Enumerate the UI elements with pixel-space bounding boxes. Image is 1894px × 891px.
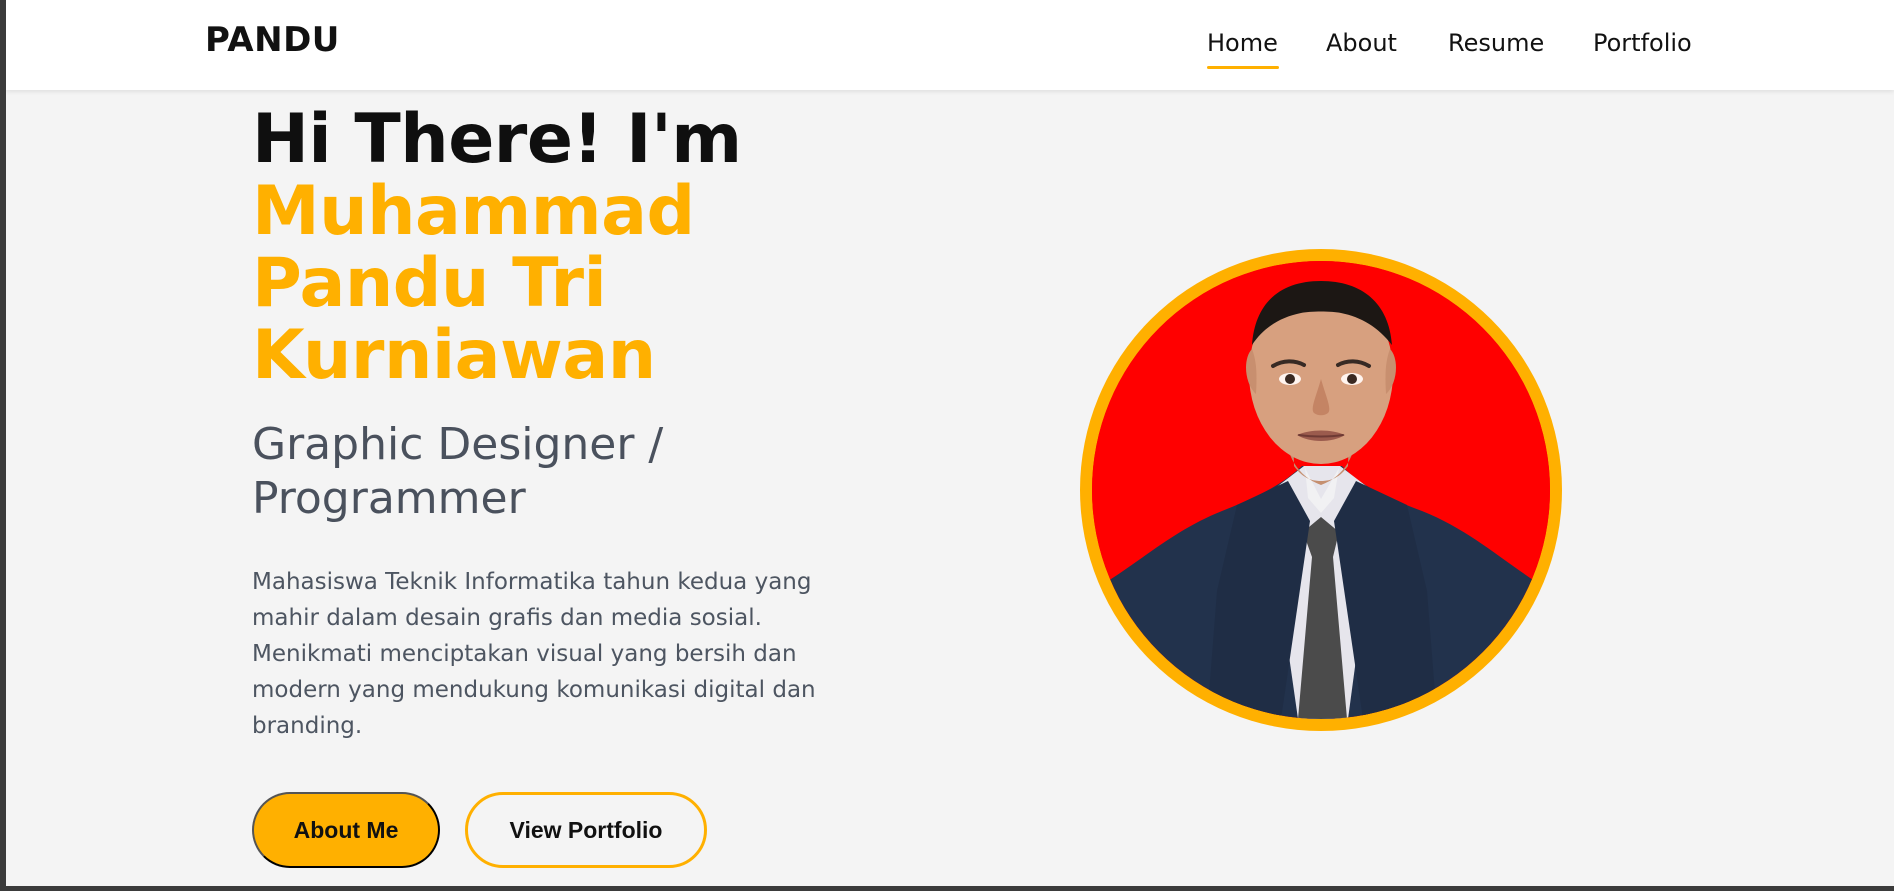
site-logo-text[interactable]: PANDU <box>205 20 340 60</box>
about-me-button[interactable]: About Me <box>252 792 440 868</box>
hero-description: Mahasiswa Teknik Informatika tahun kedua… <box>252 569 816 739</box>
hero-name-line-1: Muhammad <box>252 172 695 251</box>
hero-role-line-1: Graphic Designer / <box>252 419 664 470</box>
profile-photo-frame <box>1080 249 1562 731</box>
nav-link-home[interactable]: Home <box>1207 29 1278 57</box>
profile-photo-icon <box>1092 261 1550 719</box>
nav-link-about[interactable]: About <box>1326 29 1397 57</box>
view-portfolio-button[interactable]: View Portfolio <box>465 792 707 868</box>
hero-name: Muhammad Pandu Tri Kurniawan <box>252 176 872 392</box>
hero-name-line-3: Kurniawan <box>252 316 656 395</box>
hero-name-line-2: Pandu Tri <box>252 244 607 323</box>
active-nav-indicator <box>1207 66 1279 69</box>
top-navigation-bar: PANDU Home About Resume Portfolio <box>6 0 1894 90</box>
profile-photo <box>1092 261 1550 719</box>
hero-text-block: Hi There! I'm Muhammad Pandu Tri Kurniaw… <box>252 104 872 744</box>
hero-role: Graphic Designer / Programmer <box>252 418 872 526</box>
nav-link-resume[interactable]: Resume <box>1448 29 1544 57</box>
nav-link-portfolio[interactable]: Portfolio <box>1593 29 1692 57</box>
hero-greeting: Hi There! I'm <box>252 100 742 179</box>
hero-role-line-2: Programmer <box>252 473 526 524</box>
browser-viewport: PANDU Home About Resume Portfolio Hi The… <box>6 0 1894 886</box>
